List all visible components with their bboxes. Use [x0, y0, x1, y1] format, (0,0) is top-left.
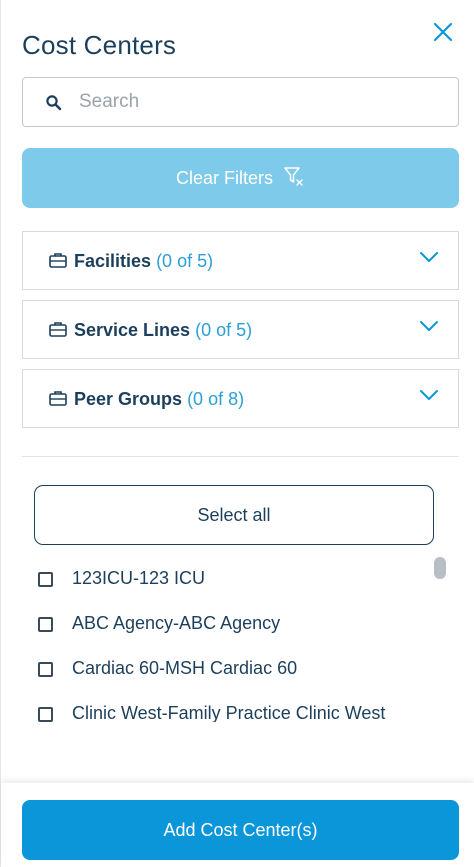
- filter-clear-icon: [283, 165, 305, 192]
- peer-groups-filter[interactable]: Peer Groups (0 of 8): [22, 369, 459, 428]
- cost-centers-panel: Cost Centers Clear Filters: [0, 0, 474, 867]
- clear-filters-button[interactable]: Clear Filters: [22, 148, 459, 208]
- chevron-down-icon: [419, 250, 439, 264]
- list-scrollbar[interactable]: [434, 557, 446, 579]
- service-lines-filter[interactable]: Service Lines (0 of 5): [22, 300, 459, 359]
- checkbox[interactable]: [38, 617, 53, 632]
- cost-center-list: 123ICU-123 ICU ABC Agency-ABC Agency Car…: [22, 556, 432, 722]
- search-input[interactable]: [79, 87, 439, 117]
- add-cost-centers-button[interactable]: Add Cost Center(s): [22, 800, 459, 860]
- briefcase-icon: [49, 252, 67, 268]
- filter-count: (0 of 5): [195, 320, 253, 340]
- facilities-filter-label: Facilities (0 of 5): [74, 251, 213, 272]
- clear-filters-label: Clear Filters: [175, 167, 273, 188]
- filter-count: (0 of 5): [156, 251, 214, 271]
- divider: [22, 456, 459, 457]
- checkbox[interactable]: [38, 662, 53, 677]
- list-item[interactable]: Clinic West-Family Practice Clinic West: [22, 699, 432, 722]
- list-item-label: 123ICU-123 ICU: [72, 568, 206, 588]
- filter-count: (0 of 8): [187, 389, 245, 409]
- search-icon: [45, 94, 63, 112]
- chevron-down-icon: [419, 388, 439, 402]
- filter-name: Service Lines: [74, 320, 191, 340]
- list-item-label: ABC Agency-ABC Agency: [72, 613, 281, 633]
- list-item-label: Clinic West-Family Practice Clinic West: [72, 703, 386, 722]
- checkbox[interactable]: [38, 707, 53, 722]
- list-item[interactable]: Cardiac 60-MSH Cardiac 60: [22, 654, 432, 684]
- peer-groups-filter-label: Peer Groups (0 of 8): [74, 389, 244, 410]
- list-item[interactable]: ABC Agency-ABC Agency: [22, 609, 432, 639]
- chevron-down-icon: [419, 319, 439, 333]
- close-icon[interactable]: [431, 20, 455, 44]
- briefcase-icon: [49, 390, 67, 406]
- list-item-label: Cardiac 60-MSH Cardiac 60: [72, 658, 298, 678]
- briefcase-icon: [49, 321, 67, 337]
- select-all-button[interactable]: Select all: [34, 485, 434, 545]
- panel-title: Cost Centers: [22, 30, 177, 60]
- facilities-filter[interactable]: Facilities (0 of 5): [22, 231, 459, 290]
- checkbox[interactable]: [38, 572, 53, 587]
- filter-name: Facilities: [74, 251, 152, 271]
- service-lines-filter-label: Service Lines (0 of 5): [74, 320, 252, 341]
- filter-name: Peer Groups: [74, 389, 183, 409]
- search-box: [22, 77, 459, 127]
- list-item[interactable]: 123ICU-123 ICU: [22, 564, 432, 594]
